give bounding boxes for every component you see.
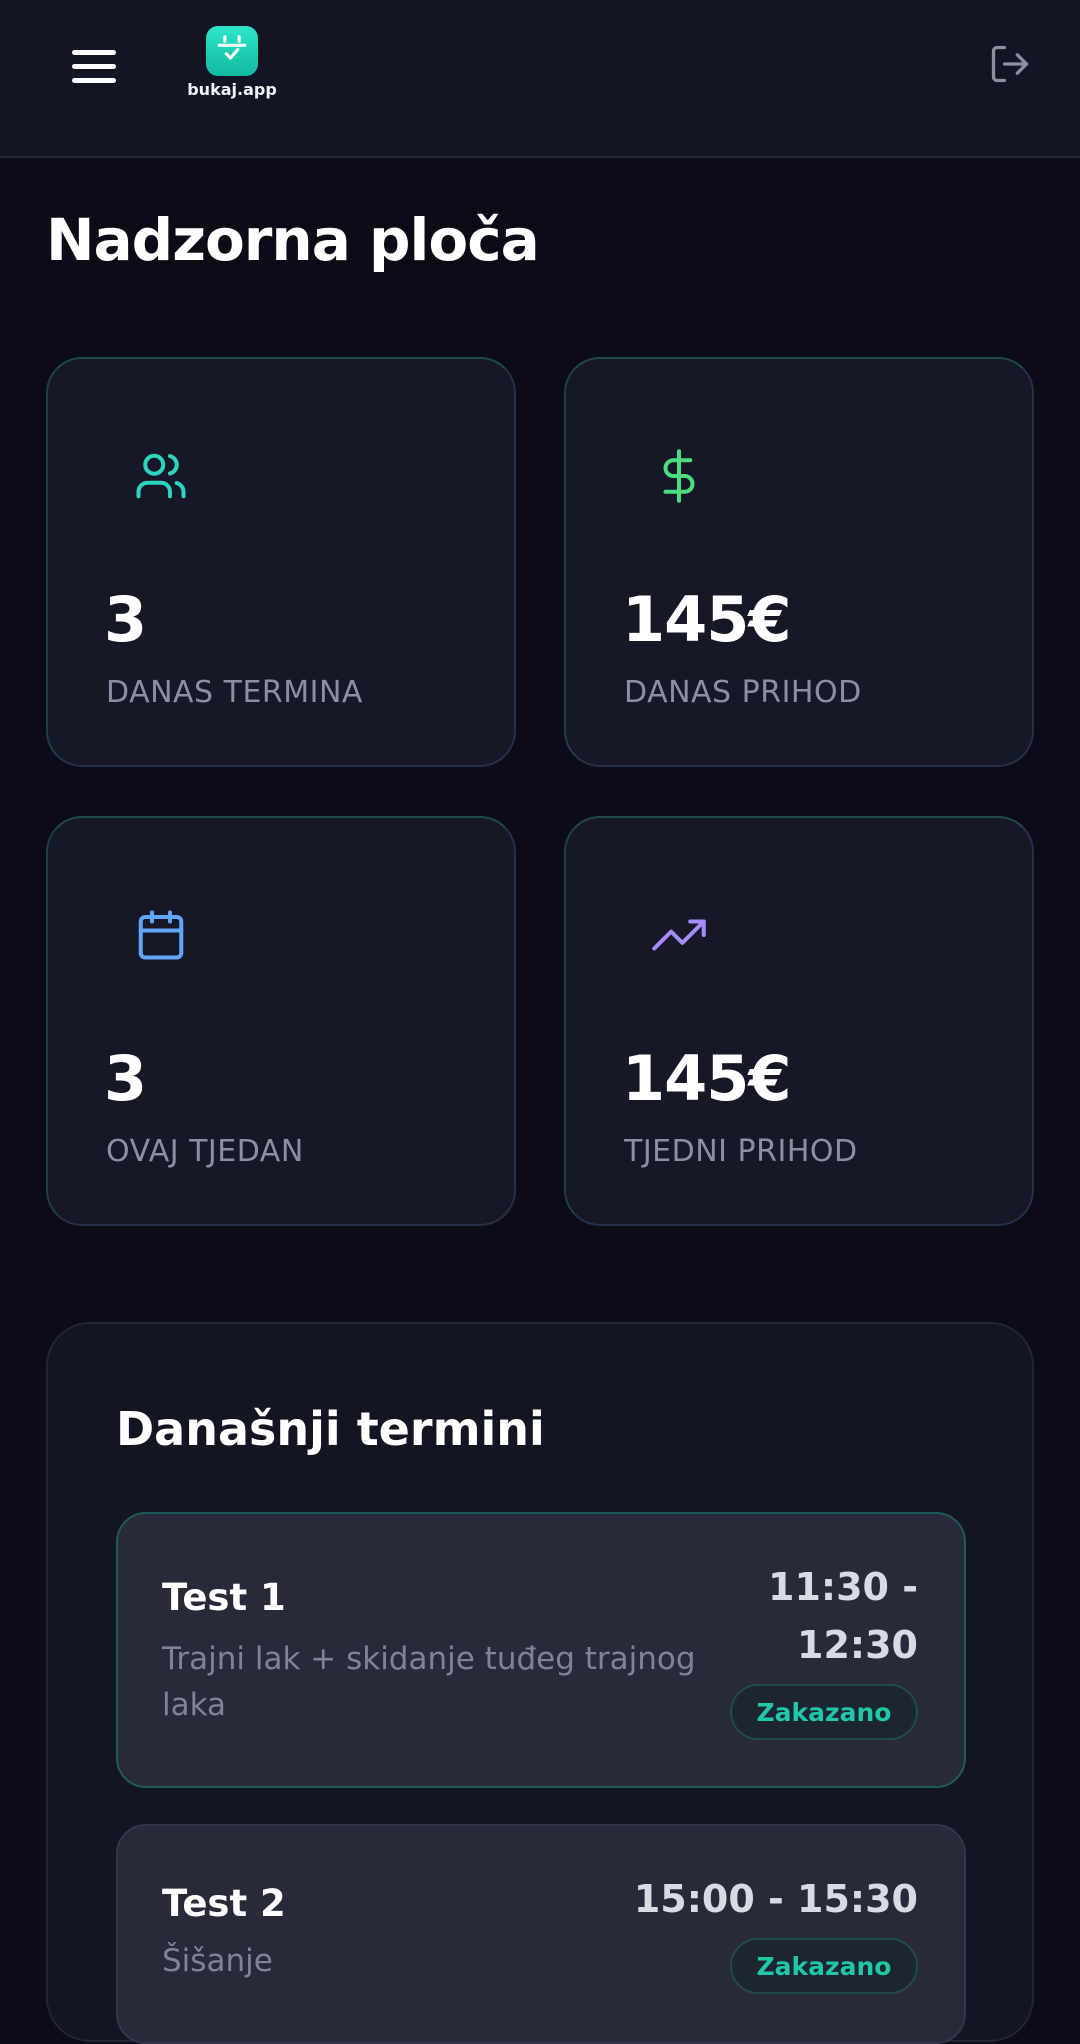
stat-label: DANAS PRIHOD xyxy=(624,675,862,710)
dollar-icon xyxy=(652,449,706,503)
appointment-name: Test 2 xyxy=(162,1882,286,1925)
top-bar: bukaj.app xyxy=(0,0,1080,158)
appointment-card[interactable]: Test 1 Trajni lak + skidanje tuđeg trajn… xyxy=(116,1512,966,1788)
trending-up-icon xyxy=(652,908,706,962)
stat-value: 3 xyxy=(104,1042,147,1115)
appointment-service: Šišanje xyxy=(162,1943,273,1979)
todays-appointments-panel: Današnji termini Test 1 Trajni lak + ski… xyxy=(46,1322,1034,2044)
app-logo[interactable]: bukaj.app xyxy=(186,26,278,99)
status-badge: Zakazano xyxy=(730,1938,918,1994)
calendar-icon xyxy=(134,908,188,962)
status-badge: Zakazano xyxy=(730,1684,918,1740)
appointment-service: Trajni lak + skidanje tuđeg trajnog laka xyxy=(162,1641,696,1723)
appointment-time: 11:30 - 12:30 xyxy=(768,1558,918,1674)
stat-label: DANAS TERMINA xyxy=(106,675,363,710)
page-title: Nadzorna ploča xyxy=(46,206,540,274)
logout-icon[interactable] xyxy=(988,42,1036,90)
appointment-time-end: 12:30 xyxy=(797,1623,918,1667)
panel-title: Današnji termini xyxy=(116,1402,545,1456)
stat-card-today-appointments: 3 DANAS TERMINA xyxy=(46,357,516,767)
stat-card-weekly-revenue: 145€ TJEDNI PRIHOD xyxy=(564,816,1034,1226)
appointment-time: 15:00 - 15:30 xyxy=(633,1877,918,1921)
stat-card-this-week: 3 OVAJ TJEDAN xyxy=(46,816,516,1226)
users-icon xyxy=(134,449,188,503)
hamburger-menu-icon[interactable] xyxy=(72,48,118,86)
logo-text: bukaj.app xyxy=(187,80,277,99)
stat-label: OVAJ TJEDAN xyxy=(106,1134,304,1169)
appointment-name: Test 1 xyxy=(162,1576,286,1619)
appointment-card[interactable]: Test 2 Šišanje 15:00 - 15:30 Zakazano xyxy=(116,1824,966,2044)
calendar-check-icon xyxy=(206,26,258,76)
stat-value: 145€ xyxy=(622,583,792,656)
stat-label: TJEDNI PRIHOD xyxy=(624,1134,858,1169)
appointment-time-start: 11:30 - xyxy=(768,1565,918,1609)
stat-value: 3 xyxy=(104,583,147,656)
stat-value: 145€ xyxy=(622,1042,792,1115)
stat-card-today-revenue: 145€ DANAS PRIHOD xyxy=(564,357,1034,767)
